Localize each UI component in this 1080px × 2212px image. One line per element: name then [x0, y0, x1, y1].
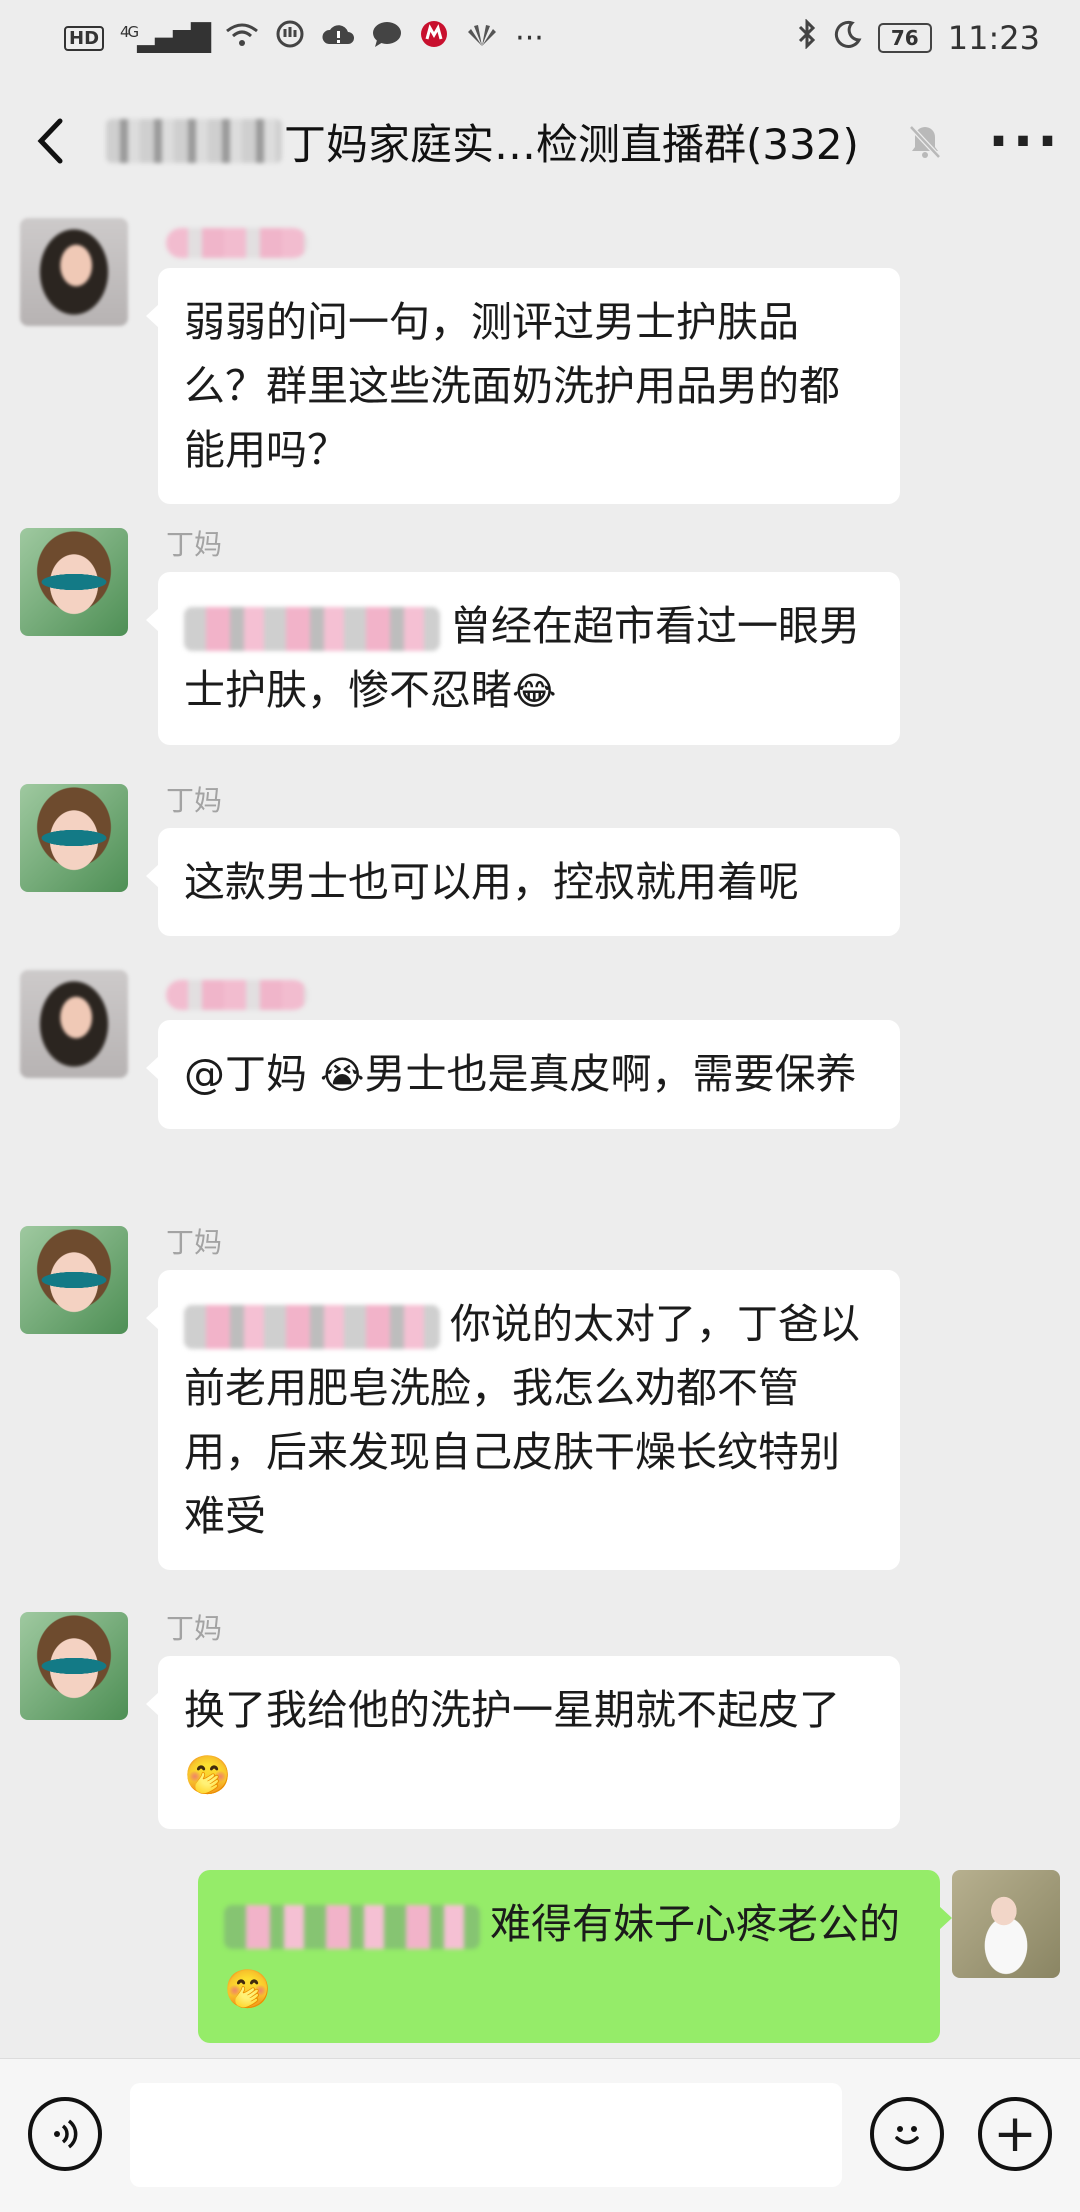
hand-over-mouth-emoji: 🤭 [184, 1753, 232, 1797]
chat-title[interactable]: 丁妈家庭实…检测直播群(332) [100, 111, 880, 172]
voice-icon [54, 2119, 78, 2149]
message-bubble[interactable]: 换了我给他的洗护一星期就不起皮了 🤭 [146, 1656, 900, 1829]
crying-emoji: 😭 [320, 1053, 365, 1097]
message-item: 丁妈 这款男士也可以用，控叔就用着呢 [0, 784, 1080, 954]
sender-name: 丁妈 [166, 1226, 223, 1259]
message-bubble[interactable]: 这款男士也可以用，控叔就用着呢 [146, 828, 900, 936]
message-item: 丁妈 你说的太对了，丁爸以前老用肥皂洗脸，我怎么劝都不管用，后来发现自己皮肤干燥… [0, 1226, 1080, 1596]
gesture-icon [275, 19, 305, 57]
voice-button[interactable] [28, 2097, 102, 2171]
status-bar: HD 4G▂▄▆█ ··· 76 11:23 [0, 0, 1080, 76]
smiley-icon [895, 2126, 919, 2145]
blurred-sender-name [166, 228, 308, 258]
chevron-left-icon [37, 118, 63, 164]
dingma-avatar[interactable] [20, 528, 128, 636]
sender-name: 丁妈 [166, 784, 223, 817]
message-text: 这款男士也可以用，控叔就用着呢 [184, 858, 799, 906]
message-bubble[interactable]: 你说的太对了，丁爸以前老用肥皂洗脸，我怎么劝都不管用，后来发现自己皮肤干燥长纹特… [146, 1270, 900, 1570]
message-item: @丁妈 😭男士也是真皮啊，需要保养 [0, 970, 1080, 1210]
message-bubble[interactable]: 弱弱的问一句，测评过男士护肤品么？群里这些洗面奶洗护用品男的都能用吗？ [146, 268, 900, 504]
message-text: 男士也是真皮啊，需要保养 [364, 1050, 857, 1098]
battery-icon: 76 [877, 23, 932, 53]
dingma-avatar[interactable] [20, 1612, 128, 1720]
message-bubble[interactable]: @丁妈 😭男士也是真皮啊，需要保养 [146, 1020, 900, 1129]
back-button[interactable] [0, 76, 100, 206]
input-bar: + [0, 2058, 1080, 2212]
cloud-alert-icon [321, 21, 355, 56]
chat-header: 丁妈家庭实…检测直播群(332) ··· [0, 76, 1080, 206]
status-left: HD 4G▂▄▆█ ··· [64, 19, 544, 57]
bell-muted-icon [909, 125, 941, 159]
huawei-icon [465, 21, 499, 56]
signal-icon: 4G▂▄▆█ [120, 22, 211, 54]
message-text: 换了我给他的洗护一星期就不起皮了 [184, 1686, 840, 1734]
message-bubble[interactable]: 曾经在超市看过一眼男士护肤，惨不忍睹😂 [146, 572, 900, 745]
moon-icon [834, 20, 862, 56]
message-item: 弱弱的问一句，测评过男士护肤品么？群里这些洗面奶洗护用品男的都能用吗？ [0, 218, 1080, 518]
chat-title-text: 丁妈家庭实…检测直播群(332) [284, 119, 859, 169]
sender-name: 丁妈 [166, 1612, 223, 1645]
wifi-icon [225, 21, 259, 56]
emoji-button[interactable] [870, 2097, 944, 2171]
mute-status [880, 76, 970, 206]
chat-screen: HD 4G▂▄▆█ ··· 76 11:23 丁妈家庭实…检测直播群(332) … [0, 0, 1080, 2212]
blurred-user-avatar[interactable] [20, 218, 128, 326]
plus-icon: + [993, 2104, 1037, 2164]
message-text: 弱弱的问一句，测评过男士护肤品么？群里这些洗面奶洗护用品男的都能用吗？ [184, 298, 840, 474]
plus-button[interactable]: + [978, 2097, 1052, 2171]
hand-over-mouth-emoji: 🤭 [224, 1967, 272, 2011]
mention-text[interactable]: @丁妈 [184, 1050, 320, 1098]
blurred-sender-name [166, 980, 308, 1010]
more-options-button[interactable]: ··· [970, 76, 1080, 206]
message-item: 丁妈 换了我给他的洗护一星期就不起皮了 🤭 [0, 1612, 1080, 1852]
blurred-mention [184, 607, 440, 651]
message-item: 丁妈 曾经在超市看过一眼男士护肤，惨不忍睹😂 [0, 528, 1080, 768]
message-list[interactable]: 弱弱的问一句，测评过男士护肤品么？群里这些洗面奶洗护用品男的都能用吗？ 丁妈 曾… [0, 206, 1080, 2058]
message-text: 难得有妹子心疼老公的 [490, 1900, 900, 1948]
hd-icon: HD [64, 25, 105, 51]
clock: 11:23 [947, 19, 1040, 57]
status-right: 76 11:23 [796, 18, 1040, 57]
sender-name: 丁妈 [166, 528, 223, 561]
blurred-mention [184, 1305, 440, 1349]
blurred-mention [224, 1905, 480, 1949]
chat-icon [371, 20, 403, 56]
self-avatar[interactable] [952, 1870, 1060, 1978]
blurred-user-avatar[interactable] [20, 970, 128, 1078]
bank-app-icon [419, 19, 449, 57]
tears-of-joy-emoji: 😂 [512, 669, 557, 713]
message-bubble-self[interactable]: 难得有妹子心疼老公的 🤭 [198, 1870, 952, 2043]
bluetooth-icon [796, 18, 818, 57]
dingma-avatar[interactable] [20, 1226, 128, 1334]
blurred-title-prefix [106, 119, 282, 163]
more-notifications-icon: ··· [515, 20, 544, 56]
message-input[interactable] [130, 2083, 842, 2187]
message-item-self: 难得有妹子心疼老公的 🤭 [0, 1870, 1080, 2058]
dingma-avatar[interactable] [20, 784, 128, 892]
